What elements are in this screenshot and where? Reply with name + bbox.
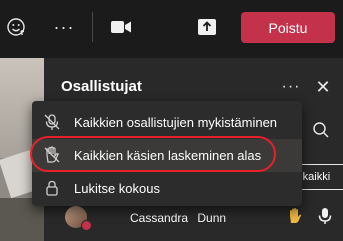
- menu-item-label: Kaikkien käsien laskeminen alas: [74, 148, 262, 163]
- status-badge: [81, 220, 92, 231]
- more-options-menu: Kaikkien osallistujien mykistäminen Kaik…: [32, 101, 302, 206]
- menu-item-label: Lukitse kokous: [74, 181, 160, 196]
- panel-title: Osallistujat: [61, 78, 142, 95]
- menu-item-mute-all[interactable]: Kaikkien osallistujien mykistäminen: [32, 106, 302, 139]
- meeting-toolbar: ··· Poistu: [0, 0, 343, 58]
- more-options-icon[interactable]: ···: [49, 12, 79, 42]
- leave-button[interactable]: Poistu: [241, 12, 335, 43]
- hand-off-icon: [42, 145, 62, 165]
- lock-icon: [42, 178, 62, 198]
- microphone-icon[interactable]: [315, 206, 335, 226]
- share-screen-icon[interactable]: [192, 12, 222, 42]
- menu-item-lower-all-hands[interactable]: Kaikkien käsien laskeminen alas: [32, 139, 302, 172]
- participant-row[interactable]: Cassandra Dunn: [44, 202, 343, 238]
- video-camera-icon[interactable]: [106, 12, 136, 42]
- search-icon[interactable]: [306, 116, 336, 144]
- participant-last-name: Dunn: [197, 211, 227, 225]
- close-icon[interactable]: ✕: [312, 76, 334, 98]
- participant-name: Cassandra Dunn: [130, 211, 226, 225]
- toolbar-divider: [92, 12, 93, 42]
- raised-hand-icon: [285, 206, 305, 226]
- panel-more-options-icon[interactable]: ···: [280, 76, 302, 98]
- react-icon[interactable]: [2, 12, 32, 42]
- menu-item-lock-meeting[interactable]: Lukitse kokous: [32, 172, 302, 205]
- mic-off-icon: [42, 112, 62, 132]
- participant-first-name: Cassandra: [130, 211, 189, 225]
- menu-item-label: Kaikkien osallistujien mykistäminen: [74, 115, 278, 130]
